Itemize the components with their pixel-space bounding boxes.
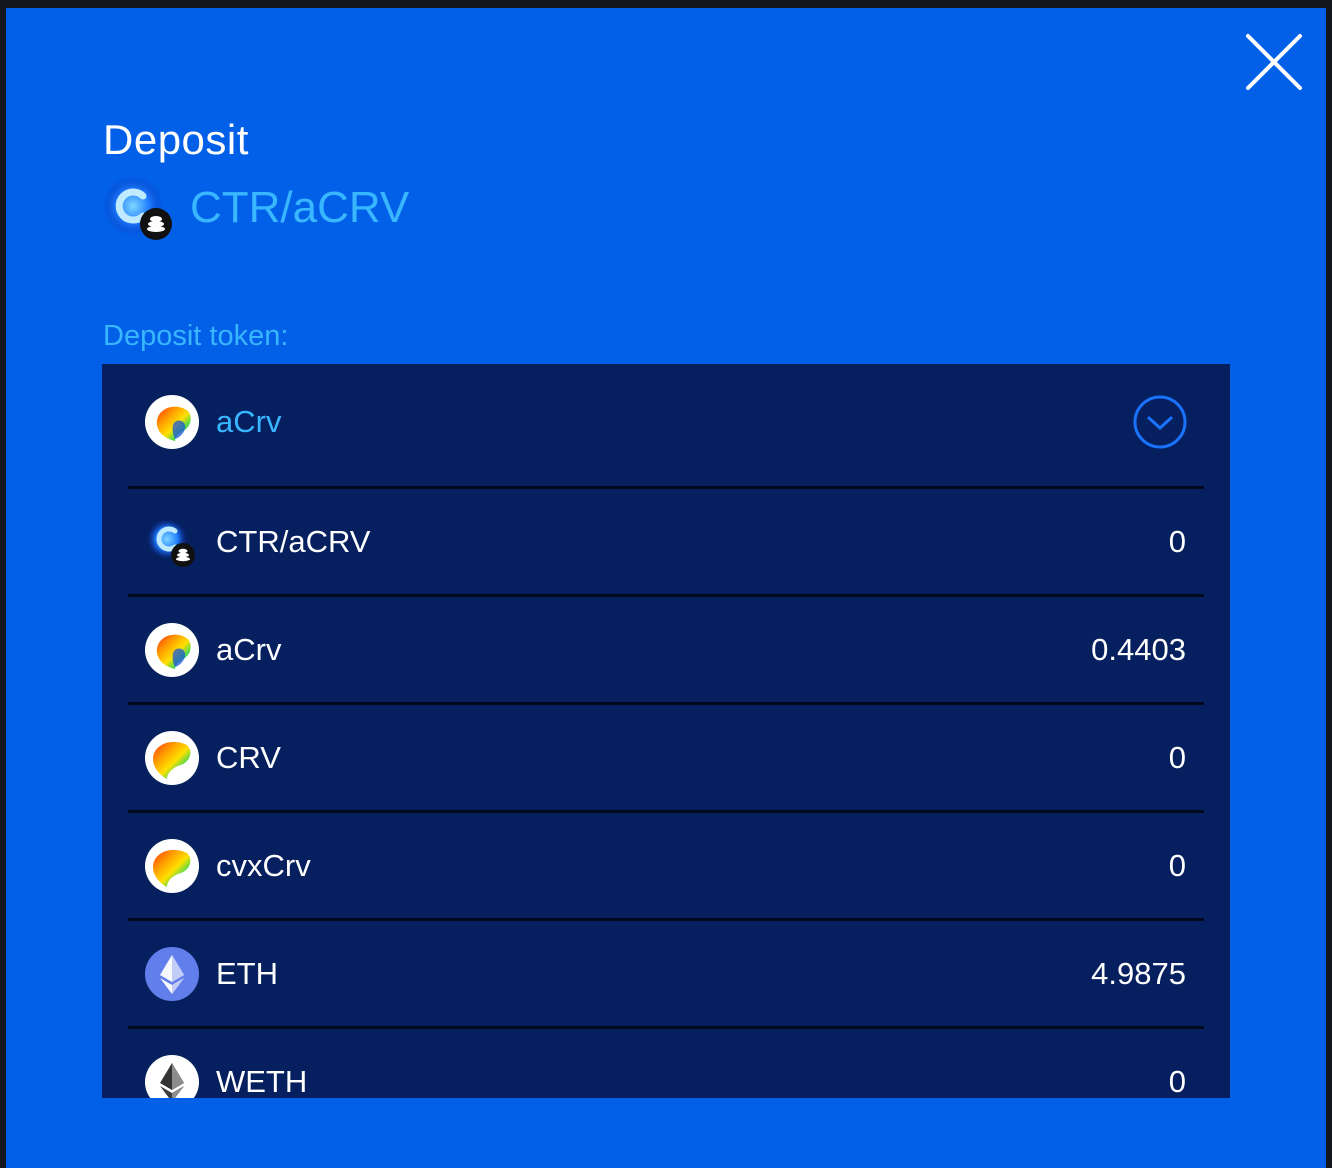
weth-icon (145, 1054, 199, 1098)
curve-logo-icon (145, 395, 199, 449)
deposit-modal: Deposit CTR/aCRV Deposit token: aCrv CTR… (6, 8, 1326, 1168)
token-name: CTR/aCRV (216, 523, 371, 559)
token-name: WETH (216, 1063, 308, 1099)
close-icon (1246, 34, 1302, 90)
token-select-dropdown: aCrv CTR/aCRV 0 aCrv 0.4403 CRV 0 cvxCrv… (102, 364, 1230, 1098)
token-balance: 0.4403 (1091, 631, 1186, 667)
token-balance: 0 (1168, 739, 1186, 775)
token-balance: 4.9875 (1091, 955, 1186, 991)
token-balance: 0 (1168, 1063, 1186, 1099)
token-name: CRV (216, 739, 281, 775)
token-option-eth[interactable]: ETH 4.9875 (128, 918, 1204, 1026)
token-option-ctr-acrv[interactable]: CTR/aCRV 0 (128, 486, 1204, 594)
token-name: cvxCrv (216, 847, 311, 883)
pool-name: CTR/aCRV (190, 183, 410, 232)
dropdown-toggle-button[interactable] (1132, 394, 1188, 450)
token-balance: 0 (1168, 847, 1186, 883)
pool-header: CTR/aCRV (103, 176, 409, 240)
token-option-cvxcrv[interactable]: cvxCrv 0 (128, 810, 1204, 918)
chevron-down-icon (1133, 395, 1187, 449)
token-option-weth[interactable]: WETH 0 (128, 1026, 1204, 1098)
ctr-acrv-icon (103, 176, 175, 240)
modal-title: Deposit (103, 116, 249, 163)
token-name: ETH (216, 955, 278, 991)
curve-logo-icon (145, 730, 199, 785)
token-option-crv[interactable]: CRV 0 (128, 702, 1204, 810)
selected-token-name: aCrv (216, 404, 282, 439)
token-balance: 0 (1168, 523, 1186, 559)
selected-token-row[interactable]: aCrv (128, 368, 1204, 476)
ethereum-icon (145, 946, 199, 1001)
curve-logo-icon (145, 838, 199, 893)
token-option-acrv[interactable]: aCrv 0.4403 (128, 594, 1204, 702)
token-name: aCrv (216, 631, 282, 667)
deposit-token-label: Deposit token: (103, 320, 289, 352)
curve-logo-icon (145, 622, 199, 677)
ctr-acrv-icon (145, 515, 199, 569)
close-button[interactable] (1244, 32, 1304, 92)
